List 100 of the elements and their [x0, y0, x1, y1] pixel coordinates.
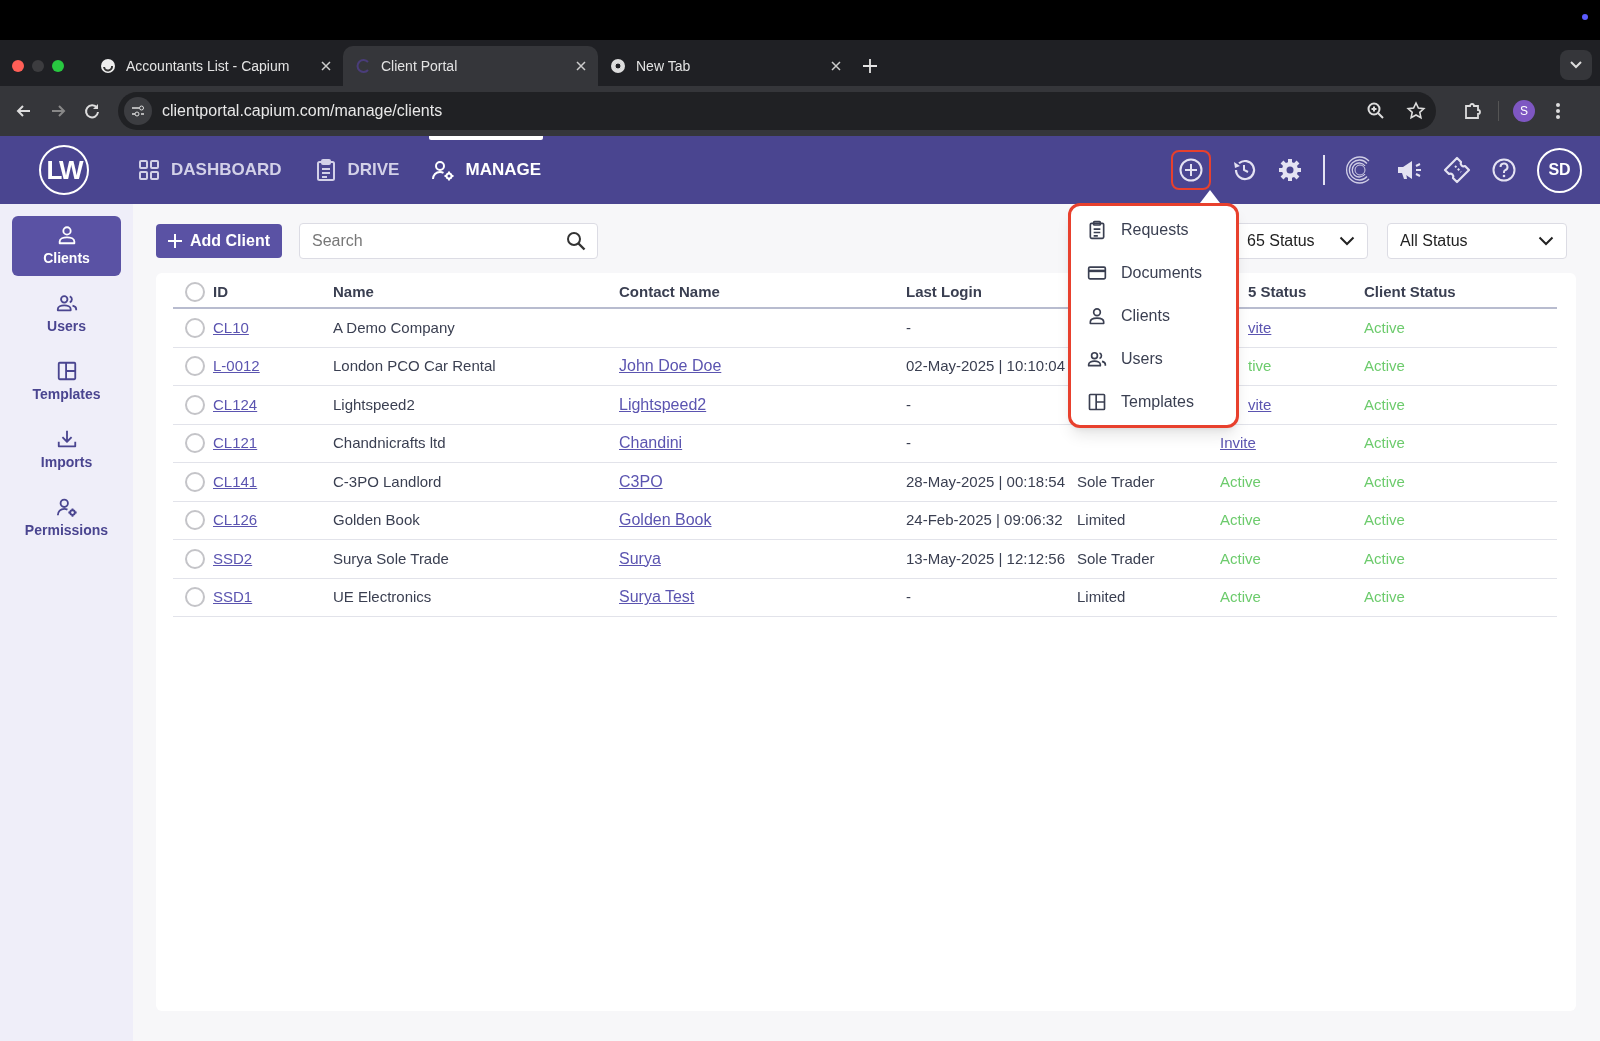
menu-item[interactable]: Templates [1071, 380, 1236, 423]
row-checkbox[interactable] [185, 317, 205, 338]
tab-title: Accountants List - Capium [126, 56, 291, 76]
table-cell-text: 28-May-2025 | 00:18:54 [906, 471, 1066, 492]
tab-title: New Tab [636, 56, 692, 76]
add-client-button[interactable]: Add Client [156, 224, 282, 258]
row-checkbox[interactable] [185, 356, 205, 377]
zoom-icon[interactable] [1366, 101, 1386, 121]
invite-link[interactable]: Invite [1220, 434, 1256, 451]
logo[interactable]: LW [39, 145, 89, 195]
nav-tab[interactable]: DRIVE [313, 136, 400, 204]
status-text: Active [1364, 511, 1405, 528]
contact-link[interactable]: Surya Test [619, 588, 695, 606]
user-avatar[interactable]: SD [1537, 147, 1582, 193]
column-header: ID [213, 281, 229, 302]
plus-icon [168, 234, 182, 248]
status-text: Active [1220, 472, 1261, 490]
contact-link[interactable]: C3PO [619, 472, 663, 490]
extensions-icon[interactable] [1462, 100, 1484, 122]
person-icon [1087, 305, 1107, 326]
client-id-link[interactable]: L-0012 [213, 357, 260, 374]
table-cell-text: - [906, 317, 912, 338]
row-checkbox[interactable] [185, 587, 205, 608]
table-cell-text: Limited [1077, 510, 1127, 530]
row-checkbox[interactable] [185, 471, 205, 492]
table-cell-text: A Demo Company [333, 317, 456, 338]
search-field[interactable]: Search [299, 223, 598, 259]
table-cell-text: 24-Feb-2025 | 09:06:32 [906, 510, 1064, 530]
profile-avatar[interactable]: S [1513, 100, 1535, 122]
browser-logo-icon [610, 58, 626, 74]
tab-list-button[interactable] [1560, 50, 1592, 80]
help-icon[interactable] [1491, 157, 1517, 183]
contact-link[interactable]: Surya [619, 549, 661, 567]
close-tab-icon[interactable] [831, 61, 841, 71]
table-cell-text: Chandnicrafts ltd [333, 433, 447, 453]
sidebar-item[interactable]: Clients [12, 216, 121, 276]
nav-tab[interactable]: DASHBOARD [137, 136, 282, 204]
client-id-link[interactable]: CL10 [213, 318, 249, 336]
table-cell-text: Sole Trader [1077, 548, 1156, 569]
contact-link[interactable]: John Doe Doe [619, 357, 722, 375]
address-bar[interactable]: clientportal.capium.com/manage/clients [118, 92, 1436, 130]
ticket-icon[interactable] [1443, 156, 1471, 184]
sidebar-item[interactable]: Templates [12, 352, 121, 412]
nav-tab[interactable]: MANAGE [431, 136, 542, 204]
client-id-link[interactable]: CL124 [213, 395, 258, 413]
invite-link[interactable]: vite [1248, 318, 1272, 336]
bookmark-star-icon[interactable] [1406, 101, 1426, 121]
status-text: Active [1364, 472, 1405, 490]
site-settings-icon[interactable] [124, 97, 152, 125]
chevron-down-icon [1538, 236, 1554, 246]
more-menu-icon[interactable] [1555, 102, 1561, 120]
close-tab-icon[interactable] [576, 61, 586, 71]
status-text: Active [1364, 434, 1405, 451]
client-id-link[interactable]: CL141 [213, 472, 258, 490]
table-cell-text: Limited [1077, 587, 1127, 607]
browser-tab[interactable]: Accountants List - Capium [88, 46, 343, 86]
history-icon[interactable] [1231, 157, 1257, 183]
add-button[interactable] [1171, 150, 1211, 190]
status-text: Active [1220, 588, 1261, 605]
browser-tab[interactable]: New Tab [598, 46, 853, 86]
contact-link[interactable]: Golden Book [619, 511, 712, 529]
row-checkbox[interactable] [185, 510, 205, 531]
status-text: Active [1364, 549, 1405, 567]
layout-icon [55, 359, 78, 382]
table-cell-text: - [906, 587, 912, 607]
row-checkbox[interactable] [185, 548, 205, 569]
row-checkbox[interactable] [185, 433, 205, 454]
contact-link[interactable]: Lightspeed2 [619, 395, 707, 413]
row-checkbox[interactable] [185, 394, 205, 415]
contact-link[interactable]: Chandini [619, 434, 683, 452]
client-id-link[interactable]: CL121 [213, 434, 258, 451]
sidebar-item[interactable]: Users [12, 284, 121, 344]
settings-icon[interactable] [1277, 157, 1303, 183]
menu-item[interactable]: Users [1071, 337, 1236, 380]
client-id-link[interactable]: SSD2 [213, 549, 253, 567]
sidebar-item[interactable]: Imports [12, 420, 121, 480]
column-header: Name [333, 281, 375, 302]
status-text: Active [1220, 511, 1261, 528]
status-text: Active [1220, 549, 1261, 567]
new-tab-icon[interactable] [863, 59, 877, 73]
select-all-checkbox[interactable] [185, 282, 205, 302]
table-cell-text: Lightspeed2 [333, 394, 416, 415]
reload-icon[interactable] [82, 101, 102, 121]
maximize-window-icon[interactable] [52, 60, 64, 72]
client-id-link[interactable]: CL126 [213, 511, 258, 528]
menu-item[interactable]: Clients [1071, 294, 1236, 337]
search-icon[interactable] [566, 231, 586, 251]
layout-icon [1087, 391, 1107, 412]
close-window-icon[interactable] [12, 60, 24, 72]
table-cell-text: - [906, 394, 912, 415]
sidebar-item[interactable]: Permissions [12, 488, 121, 548]
status-filter-dropdown[interactable]: All Status [1387, 223, 1567, 259]
invite-link[interactable]: vite [1248, 395, 1272, 413]
client-id-link[interactable]: SSD1 [213, 588, 253, 605]
plus-circle-icon [1178, 157, 1204, 183]
c-logo-icon [355, 58, 371, 74]
browser-tab[interactable]: Client Portal [343, 46, 598, 86]
table-cell-text: UE Electronics [333, 587, 433, 607]
status-text: Active [1364, 357, 1405, 374]
close-tab-icon[interactable] [321, 61, 331, 71]
